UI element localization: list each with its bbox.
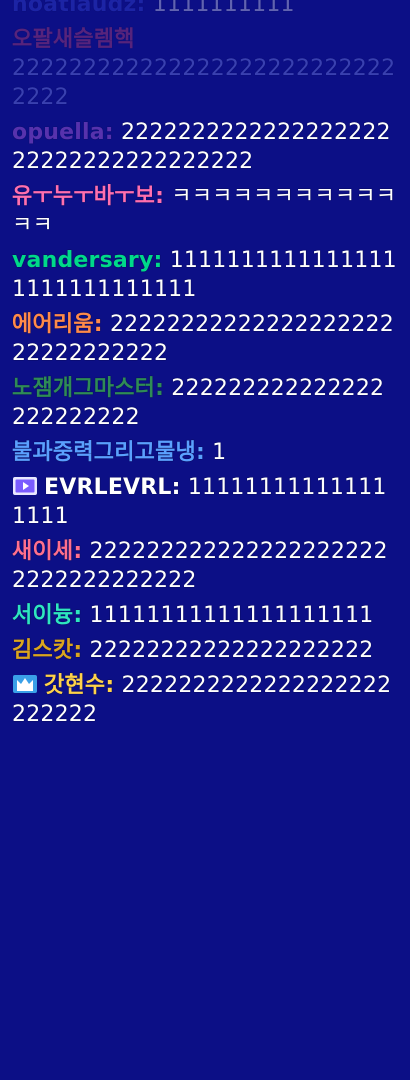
chat-colon: : (104, 120, 114, 145)
chat-message-text: 1111111111 (152, 0, 295, 17)
overlay-edge (404, 0, 410, 1080)
chat-message: noatlaudz: 1111111111 (12, 0, 398, 19)
video-badge-icon-svg (13, 477, 37, 495)
chat-colon: : (73, 603, 83, 628)
chat-message-text: 22222222222222222222 (89, 638, 374, 663)
chat-message-list: noatlaudz: 1111111111 오팔새슬렘핵 22222222222… (12, 0, 398, 729)
chat-username: 불과중력그리고물냉 (12, 440, 196, 465)
chat-colon: : (105, 673, 115, 698)
chat-username: 에어리움 (12, 312, 94, 337)
chat-colon: : (195, 440, 205, 465)
chat-colon: : (93, 312, 103, 337)
chat-message: opuella: 2222222222222222222222222222222… (12, 118, 398, 176)
chat-message: 갓현수: 2222222222222222222222222 (12, 671, 398, 729)
chat-message-text: 2222222222222222222222222222222 (12, 56, 396, 110)
chat-message: vandersary: 1111111111111111111111111111… (12, 246, 398, 304)
chat-colon: : (153, 248, 163, 273)
chat-message: 에어리움: 2222222222222222222222222222222 (12, 310, 398, 368)
video-badge-icon (12, 475, 38, 497)
chat-username: 서이늉 (12, 603, 74, 628)
chat-username: 노잼개그마스터 (12, 376, 156, 401)
chat-colon: : (73, 539, 83, 564)
chat-message: EVRLEVRL: 111111111111111111 (12, 473, 398, 531)
chat-colon: : (171, 475, 181, 500)
chat-colon: : (136, 0, 146, 17)
chat-username: 새이세 (12, 539, 74, 564)
chat-overlay: noatlaudz: 1111111111 오팔새슬렘핵 22222222222… (0, 0, 410, 1080)
chat-colon: : (155, 184, 165, 209)
chat-username: 갓현수 (44, 673, 106, 698)
chat-message: 김스캇: 22222222222222222222 (12, 636, 398, 665)
chat-username: EVRLEVRL (44, 475, 172, 500)
chat-colon: : (73, 638, 83, 663)
crown-badge-icon (12, 673, 38, 695)
chat-message: 유ㅜ누ㅜ바ㅜ보: ㅋㅋㅋㅋㅋㅋㅋㅋㅋㅋㅋㅋㅋ (12, 182, 398, 240)
chat-username: vandersary (12, 248, 154, 273)
chat-message: 노잼개그마스터: 222222222222222222222222 (12, 374, 398, 432)
chat-username: 오팔새슬렘핵 (12, 27, 135, 52)
chat-username: 김스캇 (12, 638, 74, 663)
chat-username: opuella (12, 120, 105, 145)
crown-badge-icon-svg (13, 675, 37, 693)
chat-username: 유ㅜ누ㅜ바ㅜ보 (12, 184, 156, 209)
chat-message-text: 11111111111111111111 (89, 603, 374, 628)
chat-message-text: 1 (212, 440, 227, 465)
chat-message: 불과중력그리고물냉: 1 (12, 438, 398, 467)
chat-message: 오팔새슬렘핵 2222222222222222222222222222222 (12, 25, 398, 112)
chat-message: 새이세: 2222222222222222222222222222222222 (12, 537, 398, 595)
chat-message: 서이늉: 11111111111111111111 (12, 601, 398, 630)
chat-username: noatlaudz (12, 0, 137, 17)
chat-colon: : (155, 376, 165, 401)
